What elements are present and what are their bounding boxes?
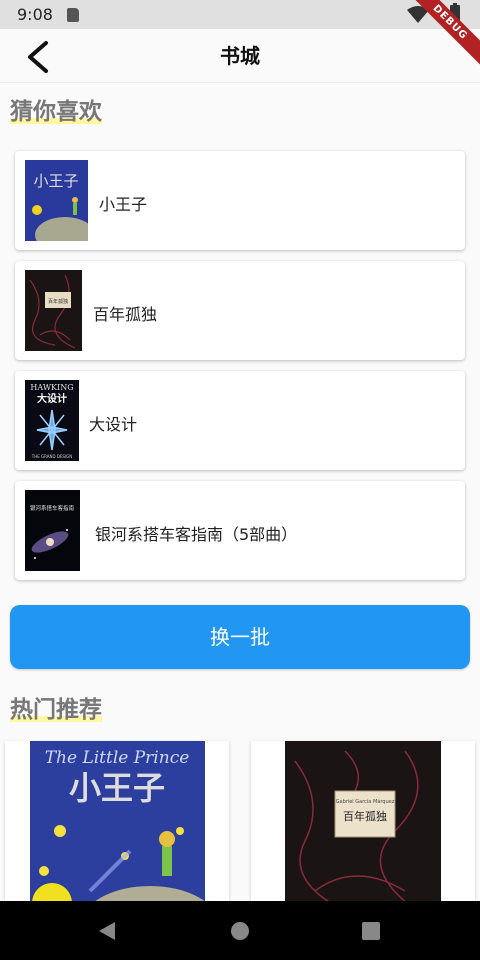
hot-book-card[interactable]: The Little Prince 小王子	[5, 741, 229, 921]
cover-cn-title: 百年孤独	[343, 809, 387, 823]
book-item[interactable]: 小王子 小王子	[15, 151, 465, 250]
hot-section-title-text: 热门推荐	[10, 697, 102, 723]
book-item[interactable]: HAWKING 大设计 THE GRAND DESIGN 大设计	[15, 371, 465, 470]
status-bar: 9:08	[0, 0, 480, 29]
back-button[interactable]	[18, 37, 58, 77]
book-title: 小王子	[99, 195, 148, 214]
status-time: 9:08	[17, 5, 53, 24]
cover-author: Gabriel García Márquez	[336, 798, 395, 805]
guess-section-title: 猜你喜欢	[10, 92, 102, 126]
hot-cover-solitude: Gabriel García Márquez 百年孤独	[285, 741, 441, 921]
book-item[interactable]: 百年孤独 百年孤独	[15, 261, 465, 360]
cover-title-text: 小王子	[33, 172, 78, 190]
page-title: 书城	[220, 44, 260, 68]
book-item[interactable]: 银河系搭车客指南 银河系搭车客指南（5部曲）	[15, 481, 465, 580]
cover-title-text: 大设计	[37, 392, 67, 405]
cover-title-text: 银河系搭车客指南	[30, 504, 75, 512]
guess-section-title-text: 猜你喜欢	[10, 99, 102, 125]
nav-back-icon[interactable]	[97, 921, 117, 941]
app-bar: 书城	[0, 29, 480, 83]
cover-author-text: HAWKING	[30, 383, 73, 392]
hot-section-title: 热门推荐	[10, 690, 102, 724]
cover-title-text: 百年孤独	[48, 298, 68, 305]
book-cover-galaxy: 银河系搭车客指南	[25, 490, 80, 571]
sim-card-icon	[67, 8, 79, 22]
system-nav-bar	[0, 901, 480, 960]
book-cover-solitude: 百年孤独	[25, 270, 82, 351]
hot-book-card[interactable]: Gabriel García Márquez 百年孤独	[251, 741, 475, 921]
hot-cover-little-prince: The Little Prince 小王子	[30, 741, 205, 921]
cover-subtitle-text: THE GRAND DESIGN	[31, 454, 72, 459]
book-title: 大设计	[89, 415, 138, 434]
book-title: 百年孤独	[93, 305, 158, 324]
book-title: 银河系搭车客指南（5部曲）	[95, 525, 298, 544]
nav-home-icon[interactable]	[230, 921, 250, 941]
cover-cn-title: 小王子	[69, 769, 165, 807]
book-cover-grand-design: HAWKING 大设计 THE GRAND DESIGN	[25, 380, 79, 461]
nav-recents-icon[interactable]	[362, 922, 380, 940]
book-cover-little-prince: 小王子	[25, 160, 88, 241]
cover-en-title: The Little Prince	[45, 748, 190, 768]
refresh-batch-button[interactable]: 换一批	[10, 605, 470, 669]
